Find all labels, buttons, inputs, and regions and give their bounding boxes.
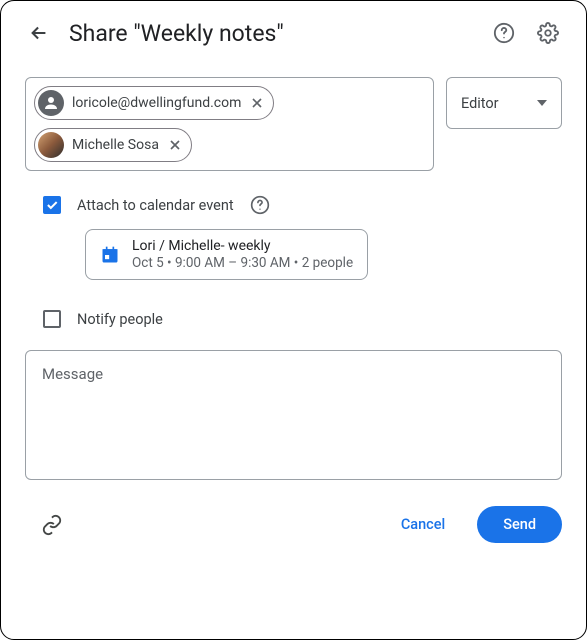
- recipient-chip[interactable]: Michelle Sosa: [34, 128, 192, 162]
- event-subtitle: Oct 5 • 9:00 AM – 9:30 AM • 2 people: [132, 255, 353, 271]
- avatar: [38, 132, 64, 158]
- remove-recipient-button[interactable]: [249, 95, 265, 111]
- notify-people-label: Notify people: [77, 311, 163, 328]
- notify-people-checkbox[interactable]: [43, 310, 61, 328]
- recipient-chip[interactable]: loricole@dwellingfund.com: [34, 86, 274, 120]
- recipients-input[interactable]: loricole@dwellingfund.com Michelle Sosa: [25, 77, 434, 171]
- cancel-button[interactable]: Cancel: [385, 508, 461, 541]
- attach-calendar-checkbox[interactable]: [43, 196, 61, 214]
- recipient-label: loricole@dwellingfund.com: [72, 95, 241, 111]
- event-title: Lori / Michelle- weekly: [132, 238, 353, 254]
- copy-link-button[interactable]: [41, 514, 63, 536]
- calendar-event-card[interactable]: Lori / Michelle- weekly Oct 5 • 9:00 AM …: [85, 229, 368, 280]
- dialog-header: Share "Weekly notes": [1, 1, 586, 57]
- recipient-label: Michelle Sosa: [72, 137, 159, 153]
- dialog-footer: Cancel Send: [1, 480, 586, 563]
- settings-button[interactable]: [534, 19, 562, 47]
- attach-calendar-label: Attach to calendar event: [77, 197, 234, 214]
- role-label: Editor: [461, 95, 499, 112]
- message-placeholder: Message: [42, 365, 103, 383]
- chevron-down-icon: [537, 100, 547, 106]
- person-icon: [38, 90, 64, 116]
- dialog-title: Share "Weekly notes": [69, 20, 474, 47]
- send-button[interactable]: Send: [477, 506, 562, 543]
- back-button[interactable]: [25, 19, 53, 47]
- role-dropdown[interactable]: Editor: [446, 77, 562, 129]
- calendar-icon: [100, 245, 120, 265]
- help-icon[interactable]: [250, 195, 270, 215]
- help-button[interactable]: [490, 19, 518, 47]
- remove-recipient-button[interactable]: [167, 137, 183, 153]
- message-input[interactable]: Message: [25, 350, 562, 480]
